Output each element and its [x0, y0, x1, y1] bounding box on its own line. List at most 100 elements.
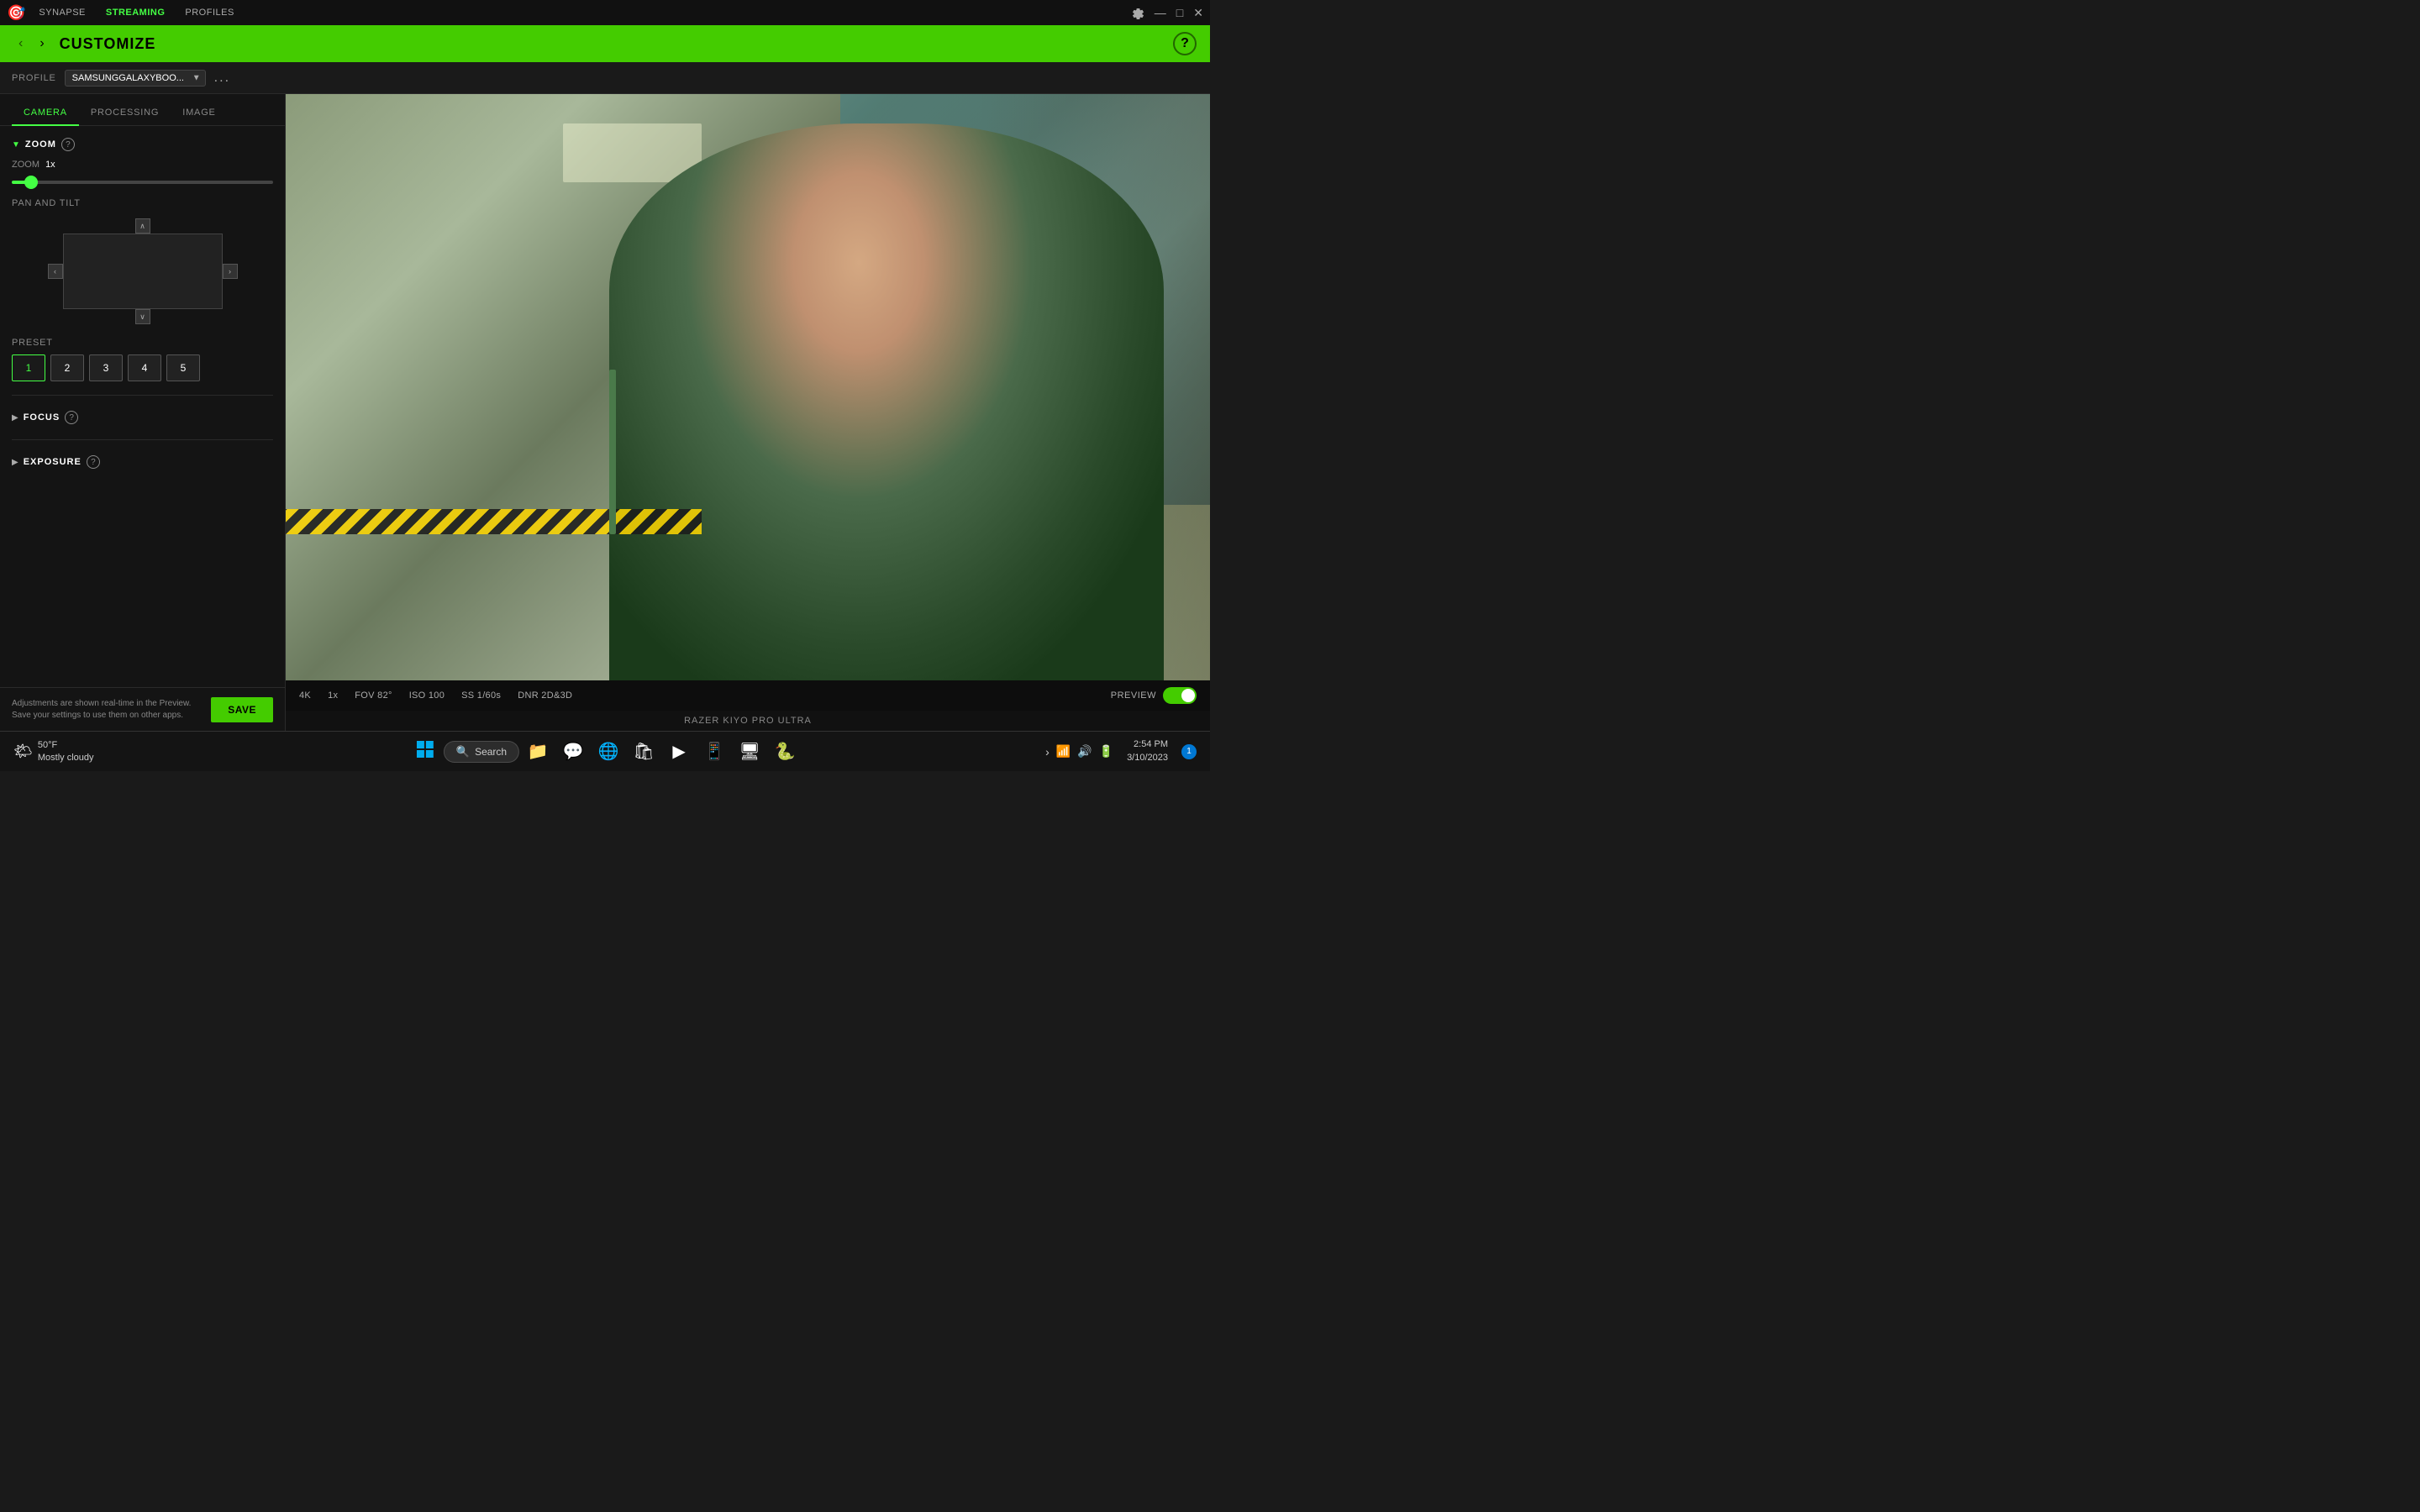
chevron-icon[interactable]: › — [1045, 745, 1050, 759]
pan-tilt-down[interactable]: ∨ — [135, 309, 150, 324]
app-logo: 🎯 — [7, 4, 25, 22]
taskbar-files[interactable]: 📁 — [521, 735, 555, 769]
pan-tilt-container: ∧ ∨ ‹ › — [46, 217, 239, 326]
weather-widget[interactable]: 🌤 50°F Mostly cloudy — [7, 736, 101, 767]
sound-icon[interactable]: 🔊 — [1077, 744, 1092, 759]
minimize-button[interactable]: — — [1155, 6, 1166, 19]
wifi-icon[interactable]: 📶 — [1056, 744, 1071, 759]
profile-label: PROFILE — [12, 73, 56, 83]
nav-profiles[interactable]: PROFILES — [185, 8, 234, 18]
settings-icon[interactable] — [1131, 6, 1144, 19]
stat-ss: SS 1/60s — [461, 690, 501, 701]
exposure-header[interactable]: ▶ EXPOSURE ? — [12, 449, 273, 475]
tab-image[interactable]: IMAGE — [171, 101, 227, 126]
forward-button[interactable]: › — [34, 34, 49, 53]
taskbar-edge[interactable]: 🌐 — [592, 735, 625, 769]
stat-fov: FOV 82° — [355, 690, 392, 701]
zoom-toggle[interactable]: ▼ — [12, 140, 20, 150]
zoom-section-header: ▼ ZOOM ? — [12, 138, 273, 151]
pan-tilt-left[interactable]: ‹ — [48, 264, 63, 279]
profile-more-button[interactable]: ... — [214, 71, 230, 86]
taskbar-phone[interactable]: 📱 — [697, 735, 731, 769]
weather-icon: 🌤 — [13, 743, 33, 760]
focus-header[interactable]: ▶ FOCUS ? — [12, 404, 273, 431]
exposure-arrow: ▶ — [12, 458, 18, 467]
bottom-bar-text: Adjustments are shown real-time in the P… — [12, 698, 201, 722]
bottom-bar: Adjustments are shown real-time in the P… — [0, 687, 285, 731]
taskbar-windows[interactable] — [408, 735, 442, 769]
zoom-label: ZOOM 1x — [12, 160, 273, 170]
stat-resolution: 4K — [299, 690, 311, 701]
store-icon: 🛍 — [633, 741, 654, 762]
close-button[interactable]: ✕ — [1193, 6, 1203, 20]
zoom-slider-container — [12, 175, 273, 186]
preset-btn-1[interactable]: 1 — [12, 354, 45, 381]
taskbar-media[interactable]: ▶ — [662, 735, 696, 769]
scene-overlay — [286, 94, 1210, 680]
taskbar-search[interactable]: 🔍 Search — [444, 741, 519, 763]
weather-condition: Mostly cloudy — [38, 752, 94, 764]
title-bar: 🎯 SYNAPSE STREAMING PROFILES — □ ✕ — [0, 0, 1210, 25]
preset-section: PRESET 1 2 3 4 5 — [12, 338, 273, 381]
device-label: RAZER KIYO PRO ULTRA — [286, 711, 1210, 731]
tab-row: CAMERA PROCESSING IMAGE — [0, 94, 285, 126]
taskbar-chat[interactable]: 💬 — [556, 735, 590, 769]
taskbar-center: 🔍 Search 📁 💬 🌐 🛍 ▶ 📱 🖥 🐍 — [408, 735, 802, 769]
preset-btn-3[interactable]: 3 — [89, 354, 123, 381]
left-panel: CAMERA PROCESSING IMAGE ▼ ZOOM ? ZOOM 1x — [0, 94, 286, 731]
zoom-value: 1x — [45, 160, 55, 170]
toggle-knob — [1181, 689, 1195, 702]
weather-text: 50°F Mostly cloudy — [38, 739, 94, 764]
help-button[interactable]: ? — [1173, 32, 1197, 55]
remote-icon: 🖥 — [739, 741, 760, 762]
media-icon: ▶ — [672, 741, 685, 762]
taskbar: 🌤 50°F Mostly cloudy 🔍 Search 📁 — [0, 731, 1210, 771]
search-icon: 🔍 — [456, 745, 470, 759]
clock[interactable]: 2:54 PM 3/10/2023 — [1120, 738, 1175, 764]
battery-icon[interactable]: 🔋 — [1099, 744, 1113, 759]
preset-btn-2[interactable]: 2 — [50, 354, 84, 381]
preset-btn-4[interactable]: 4 — [128, 354, 161, 381]
nav-synapse[interactable]: SYNAPSE — [39, 8, 85, 18]
save-button[interactable]: SAVE — [211, 697, 273, 722]
edge-icon: 🌐 — [598, 741, 619, 762]
zoom-slider[interactable] — [12, 181, 273, 184]
settings-content: ▼ ZOOM ? ZOOM 1x PAN AND TILT ∧ ∨ — [0, 126, 285, 687]
taskbar-razer[interactable]: 🐍 — [768, 735, 802, 769]
clock-date: 3/10/2023 — [1127, 752, 1168, 764]
exposure-title: EXPOSURE — [24, 457, 82, 467]
focus-title: FOCUS — [24, 412, 60, 423]
chat-icon: 💬 — [563, 741, 584, 762]
notification-badge[interactable]: 1 — [1181, 744, 1197, 759]
preview-switch[interactable] — [1163, 687, 1197, 704]
main-layout: CAMERA PROCESSING IMAGE ▼ ZOOM ? ZOOM 1x — [0, 94, 1210, 731]
stats-bar: 4K 1x FOV 82° ISO 100 SS 1/60s DNR 2D&3D… — [286, 680, 1210, 711]
taskbar-remote[interactable]: 🖥 — [733, 735, 766, 769]
preset-btn-5[interactable]: 5 — [166, 354, 200, 381]
preview-label: PREVIEW — [1111, 690, 1156, 701]
zoom-help-icon[interactable]: ? — [61, 138, 75, 151]
nav-streaming[interactable]: STREAMING — [106, 8, 166, 18]
exposure-help-icon[interactable]: ? — [87, 455, 100, 469]
focus-help-icon[interactable]: ? — [65, 411, 78, 424]
maximize-button[interactable]: □ — [1176, 6, 1183, 19]
header-nav: ‹ › — [13, 34, 50, 53]
profile-select[interactable]: SAMSUNGGALAXYBOO... — [65, 70, 206, 87]
razer-icon: 🐍 — [775, 741, 796, 762]
pan-tilt-up[interactable]: ∧ — [135, 218, 150, 234]
pan-tilt-right[interactable]: › — [223, 264, 238, 279]
windows-icon — [417, 741, 434, 763]
search-label: Search — [475, 746, 507, 758]
device-name: RAZER KIYO PRO ULTRA — [684, 716, 812, 726]
right-panel: 4K 1x FOV 82° ISO 100 SS 1/60s DNR 2D&3D… — [286, 94, 1210, 731]
tab-camera[interactable]: CAMERA — [12, 101, 79, 126]
back-button[interactable]: ‹ — [13, 34, 28, 53]
zoom-title: ZOOM — [25, 139, 56, 150]
profile-bar: PROFILE SAMSUNGGALAXYBOO... ▼ ... — [0, 62, 1210, 94]
taskbar-store[interactable]: 🛍 — [627, 735, 660, 769]
files-icon: 📁 — [528, 741, 549, 762]
phone-icon: 📱 — [704, 741, 725, 762]
tab-processing[interactable]: PROCESSING — [79, 101, 171, 126]
camera-preview — [286, 94, 1210, 680]
exposure-section: ▶ EXPOSURE ? — [12, 449, 273, 475]
